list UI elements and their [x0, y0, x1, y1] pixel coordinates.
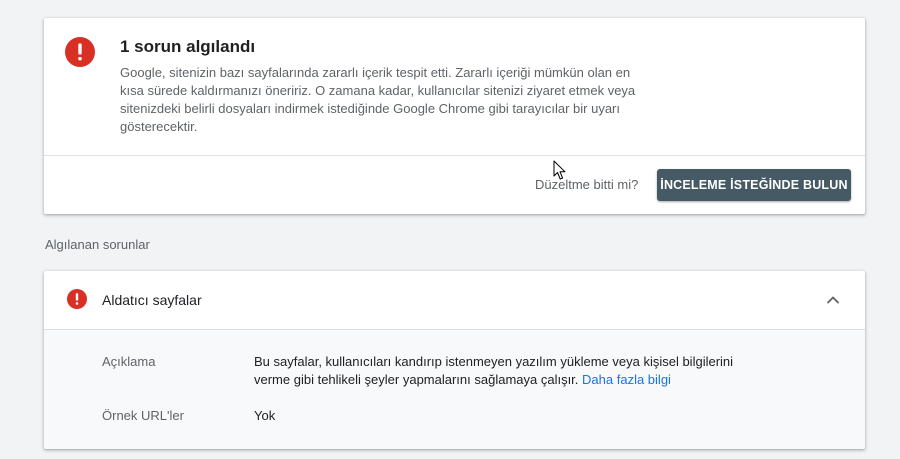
learn-more-link[interactable]: Daha fazla bilgi — [582, 372, 671, 387]
alert-icon — [67, 289, 87, 309]
issue-details: Açıklama Bu sayfalar, kullanıcıları kand… — [44, 329, 865, 449]
request-review-button[interactable]: İNCELEME İSTEĞİNDE BULUN — [657, 169, 851, 201]
accordion-header-deceptive-pages[interactable]: Aldatıcı sayfalar — [44, 271, 865, 330]
page: 1 sorun algılandı Google, sitenizin bazı… — [0, 0, 900, 459]
description-value: Bu sayfalar, kullanıcıları kandırıp iste… — [254, 353, 764, 389]
chevron-up-icon[interactable] — [824, 291, 842, 309]
card-divider — [44, 155, 865, 156]
description-label: Açıklama — [102, 354, 156, 369]
issue-title: Aldatıcı sayfalar — [102, 292, 202, 308]
issue-summary-card: 1 sorun algılandı Google, sitenizin bazı… — [44, 18, 865, 214]
issue-count-title: 1 sorun algılandı — [120, 37, 256, 56]
alert-icon — [65, 37, 95, 67]
fixed-question-text: Düzeltme bitti mi? — [535, 177, 639, 192]
issue-description: Google, sitenizin bazı sayfalarında zara… — [120, 65, 636, 134]
sample-urls-value: Yok — [254, 408, 276, 423]
detected-issues-heading: Algılanan sorunlar — [45, 237, 150, 252]
issue-accordion-card: Aldatıcı sayfalar Açıklama Bu sayfalar, … — [44, 271, 865, 449]
sample-urls-label: Örnek URL'ler — [102, 408, 184, 423]
